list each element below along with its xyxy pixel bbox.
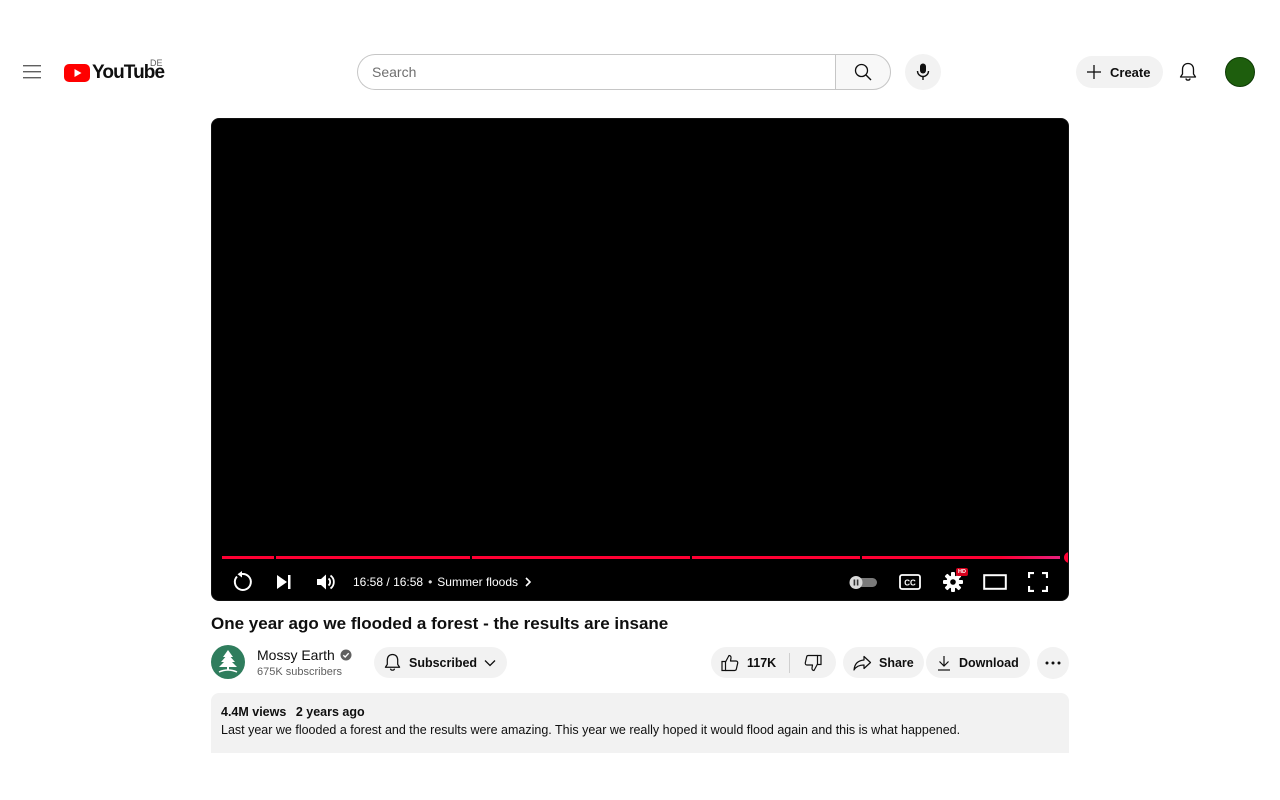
hd-badge: HD [956, 568, 968, 576]
description-text: Last year we flooded a forest and the re… [221, 723, 961, 737]
search-button[interactable] [835, 54, 891, 90]
search-icon [854, 63, 872, 81]
view-count: 4.4M views [221, 705, 287, 719]
more-actions-button[interactable] [1037, 647, 1069, 679]
like-button[interactable]: 117K [711, 647, 789, 678]
chapter-segment [692, 556, 860, 559]
chapter-segment [862, 556, 1060, 559]
duration: 16:58 [393, 575, 424, 589]
guide-menu-button[interactable] [16, 56, 48, 88]
thumbs-up-icon [721, 654, 739, 671]
chapter-segment [276, 556, 470, 559]
upload-date: 2 years ago [295, 705, 365, 719]
progress-bar[interactable] [222, 552, 1068, 563]
current-time: 16:58 [353, 575, 384, 589]
chevron-right-icon [525, 577, 532, 587]
next-icon [277, 575, 291, 589]
subscribed-button[interactable]: Subscribed [374, 647, 507, 678]
svg-text:CC: CC [904, 578, 916, 587]
chapter-segment [472, 556, 690, 559]
bell-icon [384, 653, 401, 671]
create-label: Create [1110, 64, 1151, 80]
channel-name: Mossy Earth [257, 647, 335, 663]
download-label: Download [959, 655, 1019, 670]
fullscreen-button[interactable] [1024, 568, 1052, 596]
dislike-button[interactable] [790, 647, 836, 678]
share-label: Share [879, 655, 914, 670]
share-icon [853, 655, 872, 671]
chevron-down-icon [484, 659, 496, 666]
create-button[interactable]: Create [1076, 56, 1163, 88]
captions-icon: CC [899, 574, 921, 590]
like-dislike-group: 117K [711, 647, 836, 678]
scrubber-handle[interactable] [1064, 552, 1068, 563]
masthead: YouTube DE Create [0, 40, 1280, 104]
chapter-title-button[interactable]: Summer floods [437, 575, 534, 589]
youtube-logo[interactable]: YouTube DE [64, 58, 165, 86]
verified-icon [340, 649, 352, 661]
autoplay-toggle[interactable] [846, 568, 880, 596]
description-meta: 4.4M views 2 years ago [221, 705, 1059, 719]
description-box[interactable]: 4.4M views 2 years ago Last year we floo… [211, 693, 1069, 753]
channel-name-link[interactable]: Mossy Earth [257, 647, 352, 663]
tree-logo-icon [218, 650, 238, 673]
youtube-play-icon [64, 64, 90, 82]
mute-button[interactable] [312, 568, 340, 596]
player-controls: 16:58 / 16:58 • Summer floods CC HD [212, 564, 1068, 600]
next-button[interactable] [270, 568, 298, 596]
download-icon [938, 655, 950, 671]
video-title: One year ago we flooded a forest - the r… [211, 614, 669, 633]
share-button[interactable]: Share [843, 647, 924, 678]
like-count: 117K [747, 655, 777, 670]
account-avatar[interactable] [1225, 57, 1255, 87]
theater-mode-icon [983, 574, 1007, 590]
voice-search-button[interactable] [905, 54, 941, 90]
microphone-icon [916, 63, 930, 80]
video-player[interactable]: 16:58 / 16:58 • Summer floods CC HD [211, 118, 1069, 601]
plus-icon [1087, 65, 1101, 79]
captions-button[interactable]: CC [896, 568, 924, 596]
subscriber-count: 675K subscribers [257, 666, 342, 678]
search-input[interactable] [357, 54, 835, 90]
chapter-segment [222, 556, 274, 559]
theater-mode-button[interactable] [981, 568, 1009, 596]
more-horizontal-icon [1045, 661, 1061, 665]
thumbs-down-icon [804, 654, 822, 671]
country-code: DE [150, 58, 163, 68]
notifications-button[interactable] [1172, 56, 1204, 88]
replay-icon [233, 571, 252, 591]
time-display: 16:58 / 16:58 • Summer floods [353, 575, 534, 589]
hamburger-icon [23, 65, 41, 79]
volume-icon [317, 574, 335, 590]
autoplay-toggle-icon [849, 576, 877, 589]
replay-button[interactable] [228, 568, 256, 596]
fullscreen-icon [1028, 572, 1048, 592]
chapter-title: Summer floods [437, 575, 518, 589]
bell-icon [1179, 62, 1197, 81]
channel-avatar[interactable] [211, 645, 245, 679]
subscribed-label: Subscribed [409, 655, 478, 670]
download-button[interactable]: Download [926, 647, 1030, 678]
search-box [357, 54, 891, 90]
